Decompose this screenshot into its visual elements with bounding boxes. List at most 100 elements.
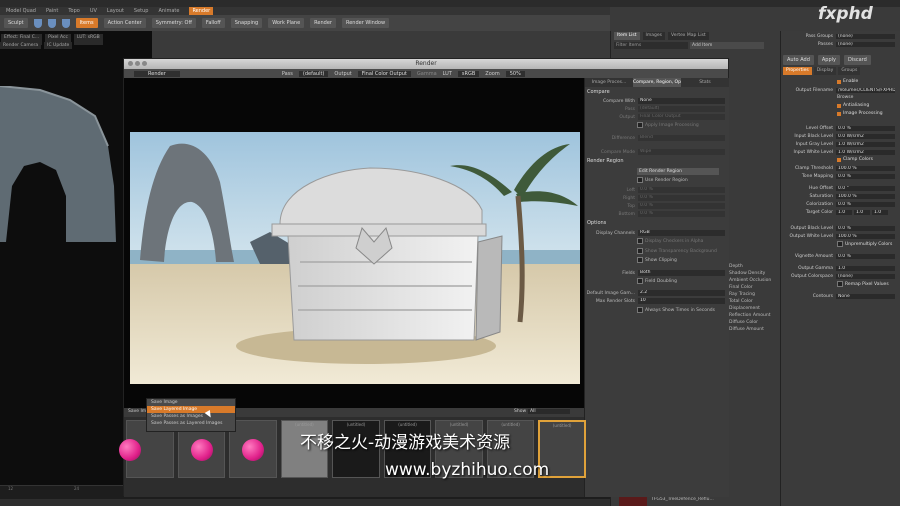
output-white-field[interactable]: 100.0 % <box>836 234 895 239</box>
colorization-field[interactable]: 0.0 % <box>836 202 895 207</box>
render-window-button[interactable]: Render Window <box>341 18 390 28</box>
field-doubling-checkbox[interactable] <box>637 278 643 284</box>
select-vertices-icon[interactable] <box>33 18 42 28</box>
apply-image-processing-checkbox[interactable] <box>637 122 643 128</box>
list-item[interactable]: Final Color <box>729 284 781 291</box>
difference-select[interactable]: Blend <box>638 135 725 141</box>
tab-setup[interactable]: Setup <box>134 7 149 15</box>
edit-render-region-button[interactable]: Edit Render Region <box>637 168 719 175</box>
lut-select[interactable]: sRGB <box>457 70 480 77</box>
filter-items-input[interactable]: Filter Items <box>614 42 688 49</box>
target-color-r[interactable]: 1.0 <box>836 210 852 215</box>
select-edges-icon[interactable] <box>47 18 56 28</box>
menu-item-save-passes-layered[interactable]: Save Passes as Layered Images <box>147 420 235 427</box>
menu-item-save-layered-image[interactable]: Save Layered Image <box>147 406 235 413</box>
list-item[interactable]: Depth <box>729 263 781 270</box>
clamp-colors-checkbox[interactable] <box>837 157 841 162</box>
vignette-field[interactable]: 0.0 % <box>836 254 895 259</box>
tab-item-list[interactable]: Item List <box>614 32 640 40</box>
list-item[interactable]: Total Color <box>729 298 781 305</box>
apply-button[interactable]: Apply <box>817 55 841 65</box>
tab-compare-region-options[interactable]: Compare, Region, Op... <box>633 78 681 87</box>
list-item[interactable]: Diffuse Amount <box>729 326 781 333</box>
action-center-button[interactable]: Action Center <box>103 18 146 28</box>
transparency-bg-checkbox[interactable] <box>637 248 643 254</box>
sculpt-button[interactable]: Sculpt <box>4 18 28 28</box>
display-channels-select[interactable]: RGB <box>638 230 725 236</box>
tab-render[interactable]: Render <box>189 7 214 15</box>
list-item[interactable]: Ambient Occlusion <box>729 277 781 284</box>
fields-select[interactable]: Both <box>638 270 725 276</box>
region-left-field[interactable]: 0.0 % <box>638 187 725 193</box>
zoom-select[interactable]: 50% <box>505 70 525 77</box>
pass-select[interactable]: (default) <box>298 70 329 77</box>
menu-item-save-image[interactable]: Save Image <box>147 399 235 406</box>
compare-with-select[interactable]: None <box>638 98 725 104</box>
minimize-icon[interactable] <box>135 61 140 66</box>
antialiasing-checkbox[interactable] <box>837 103 841 108</box>
use-render-region-checkbox[interactable] <box>637 177 643 183</box>
list-item[interactable]: TFG53_TreeDefence_Reflu... <box>651 497 714 502</box>
tab-image-processing[interactable]: Image Proces... <box>585 78 633 87</box>
input-gray-field[interactable]: 1.0 W/srm2 <box>836 142 895 147</box>
compare-mode-select[interactable]: Wipe <box>638 149 725 155</box>
symmetry-button[interactable]: Symmetry: Off <box>151 18 196 28</box>
falloff-button[interactable]: Falloff <box>201 18 225 28</box>
show-clipping-checkbox[interactable] <box>637 257 643 263</box>
input-black-field[interactable]: 0.0 W/srm2 <box>836 134 895 139</box>
tab-images[interactable]: Images <box>642 32 665 40</box>
snapping-button[interactable]: Snapping <box>230 18 263 28</box>
list-item[interactable]: Diffuse Color <box>729 319 781 326</box>
close-icon[interactable] <box>128 61 133 66</box>
tab-animate[interactable]: Animate <box>158 7 179 15</box>
viewport-lut-tab[interactable]: LUT: sRGB <box>73 34 103 45</box>
output-black-field[interactable]: 0.0 % <box>836 226 895 231</box>
timeline-bar[interactable] <box>0 499 620 506</box>
list-item[interactable]: Reflection Amount <box>729 312 781 319</box>
list-item[interactable]: Ray Tracing <box>729 291 781 298</box>
tab-properties[interactable]: Properties <box>783 67 812 75</box>
compare-output-select[interactable]: Final Color Output <box>638 114 725 120</box>
level-offset-field[interactable]: 0.0 % <box>836 126 895 131</box>
gamma-label[interactable]: Gamma <box>417 71 437 77</box>
output-gamma-field[interactable]: 1.0 <box>836 266 895 271</box>
tab-uv[interactable]: UV <box>90 7 97 15</box>
render-region-header[interactable]: Render Region <box>587 158 624 164</box>
target-color-g[interactable]: 1.0 <box>854 210 870 215</box>
output-colorspace-select[interactable]: (none) <box>836 274 895 279</box>
pass-groups-select[interactable]: (none) <box>836 34 895 39</box>
list-item[interactable]: Displacement <box>729 305 781 312</box>
target-color-b[interactable]: 1.0 <box>872 210 888 215</box>
render-camera-tab[interactable]: Render Camera <box>0 42 42 49</box>
work-plane-button[interactable]: Work Plane <box>268 18 305 28</box>
contours-select[interactable]: None <box>836 294 895 299</box>
max-slots-field[interactable]: 10 <box>638 298 725 304</box>
maximize-icon[interactable] <box>142 61 147 66</box>
render-display[interactable] <box>124 78 584 408</box>
auto-add-button[interactable]: Auto Add <box>783 55 814 65</box>
compare-header[interactable]: Compare <box>587 89 610 95</box>
tab-topo[interactable]: Topo <box>68 7 80 15</box>
show-select[interactable]: All <box>528 409 570 414</box>
output-filename-field[interactable]: /Volumes/CLIENTS/FXPHD... <box>836 88 895 93</box>
render-button[interactable]: Render <box>310 18 336 28</box>
compare-pass-select[interactable]: (default) <box>638 106 725 112</box>
add-item-button[interactable]: Add Item <box>690 42 764 49</box>
input-white-field[interactable]: 1.0 W/srm2 <box>836 150 895 155</box>
unpremultiply-checkbox[interactable] <box>837 241 843 247</box>
tab-layout[interactable]: Layout <box>107 7 124 15</box>
tab-model-quad[interactable]: Model Quad <box>6 7 36 15</box>
tab-stats[interactable]: Stats <box>681 78 729 87</box>
items-button[interactable]: Items <box>75 18 98 28</box>
remap-pixel-checkbox[interactable] <box>837 281 843 287</box>
select-polygons-icon[interactable] <box>61 18 70 28</box>
tab-display[interactable]: Display <box>813 67 837 75</box>
discard-button[interactable]: Discard <box>844 55 871 65</box>
render-slot[interactable] <box>229 420 277 478</box>
options-header[interactable]: Options <box>587 220 606 226</box>
clamp-threshold-field[interactable]: 100.0 % <box>836 166 895 171</box>
output-select[interactable]: Final Color Output <box>357 70 411 77</box>
list-item[interactable]: Shadow Density <box>729 270 781 277</box>
region-right-field[interactable]: 0.0 % <box>638 195 725 201</box>
show-times-checkbox[interactable] <box>637 307 643 313</box>
